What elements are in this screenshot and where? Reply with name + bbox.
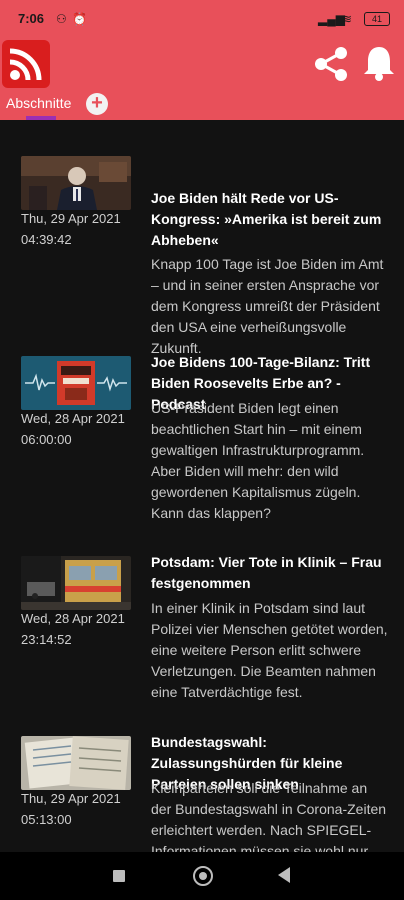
- article-description: Knapp 100 Tage ist Joe Biden im Amt – un…: [151, 256, 384, 356]
- system-nav-bar: [0, 852, 404, 900]
- battery-icon: 41: [364, 12, 390, 26]
- wifi-icon: ≋: [342, 12, 353, 26]
- article-time: 06:00:00: [21, 432, 72, 447]
- article-time: 05:13:00: [21, 812, 72, 827]
- signal-icon: ▂▄▆: [318, 12, 345, 26]
- status-time: 7:06: [18, 11, 45, 26]
- bell-icon[interactable]: [362, 44, 396, 82]
- tab-abschnitte[interactable]: Abschnitte: [6, 95, 71, 111]
- article-thumbnail: [21, 356, 131, 410]
- article-title[interactable]: Joe Biden hält Rede vor US-Kongress: »Am…: [151, 188, 391, 251]
- article-description: US-Präsident Biden legt einen beachtlich…: [151, 400, 365, 521]
- back-icon[interactable]: [278, 867, 290, 883]
- article-time: 23:14:52: [21, 632, 72, 647]
- article-title[interactable]: Potsdam: Vier Tote in Klinik – Frau fest…: [151, 552, 391, 594]
- add-tab-button[interactable]: +: [86, 93, 108, 115]
- article-thumbnail: [21, 736, 131, 790]
- article-thumbnail: [21, 156, 131, 210]
- article-description: In einer Klinik in Potsdam sind laut Pol…: [151, 600, 388, 700]
- article-date: Thu, 29 Apr 2021: [21, 211, 121, 226]
- article-date: Wed, 28 Apr 2021: [21, 611, 125, 626]
- article-time: 04:39:42: [21, 232, 72, 247]
- recent-apps-icon[interactable]: [113, 870, 125, 882]
- notification-icon: ⚇: [56, 12, 67, 26]
- article-thumbnail: [21, 556, 131, 610]
- share-icon[interactable]: [312, 46, 350, 82]
- article-date: Wed, 28 Apr 2021: [21, 411, 125, 426]
- article-feed[interactable]: Thu, 29 Apr 2021 04:39:42 Joe Biden hält…: [0, 120, 404, 852]
- app-bar: Abschnitte +: [0, 38, 404, 120]
- rss-logo-icon[interactable]: [2, 40, 50, 88]
- home-icon[interactable]: [193, 866, 213, 886]
- article-description: Kleinparteien soll die Teilnahme an der …: [151, 780, 387, 852]
- alarm-icon: ⏰: [72, 12, 87, 26]
- status-bar: 7:06 ⚇ ⏰ ▂▄▆ ≋ 41: [0, 0, 404, 38]
- article-date: Thu, 29 Apr 2021: [21, 791, 121, 806]
